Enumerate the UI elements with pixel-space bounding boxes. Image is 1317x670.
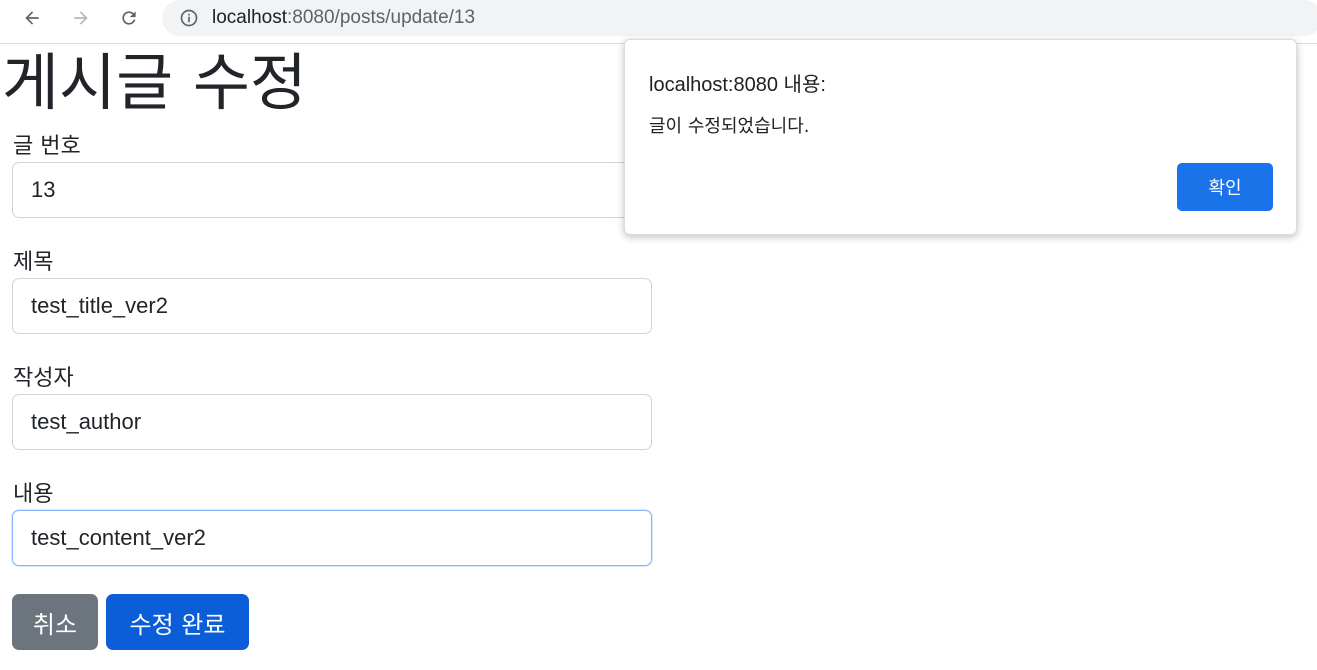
- arrow-left-icon: [25, 11, 39, 25]
- info-icon[interactable]: [178, 7, 200, 29]
- url-text: localhost:8080/posts/update/13: [212, 7, 475, 29]
- alert-dialog: localhost:8080 내용: 글이 수정되었습니다. 확인: [624, 39, 1297, 235]
- url-path: :8080/posts/update/13: [287, 7, 476, 28]
- url-host: localhost: [212, 7, 287, 28]
- alert-message: 글이 수정되었습니다.: [649, 116, 810, 137]
- field-post-number: 글 번호: [12, 134, 652, 218]
- page-title: 게시글 수정: [2, 46, 307, 119]
- forward-button[interactable]: [66, 4, 96, 32]
- content-label: 내용: [13, 482, 54, 507]
- reload-button[interactable]: [114, 4, 144, 32]
- post-number-input[interactable]: [12, 162, 652, 218]
- arrow-right-icon: [74, 11, 88, 25]
- post-number-label: 글 번호: [13, 134, 81, 159]
- browser-toolbar: localhost:8080/posts/update/13: [0, 0, 1317, 44]
- cancel-button[interactable]: 취소: [12, 594, 98, 650]
- field-title: 제목: [12, 250, 652, 334]
- author-input[interactable]: [12, 394, 652, 450]
- back-button[interactable]: [17, 4, 47, 32]
- alert-title: localhost:8080 내용:: [649, 74, 826, 96]
- title-input[interactable]: [12, 278, 652, 334]
- field-author: 작성자: [12, 366, 652, 450]
- field-content: 내용: [12, 482, 652, 566]
- address-bar[interactable]: localhost:8080/posts/update/13: [162, 0, 1317, 36]
- alert-ok-button[interactable]: 확인: [1177, 163, 1273, 211]
- content-input[interactable]: [12, 510, 652, 566]
- reload-icon: [122, 11, 136, 25]
- title-label: 제목: [13, 250, 54, 275]
- author-label: 작성자: [13, 366, 74, 391]
- submit-edit-button[interactable]: 수정 완료: [106, 594, 249, 650]
